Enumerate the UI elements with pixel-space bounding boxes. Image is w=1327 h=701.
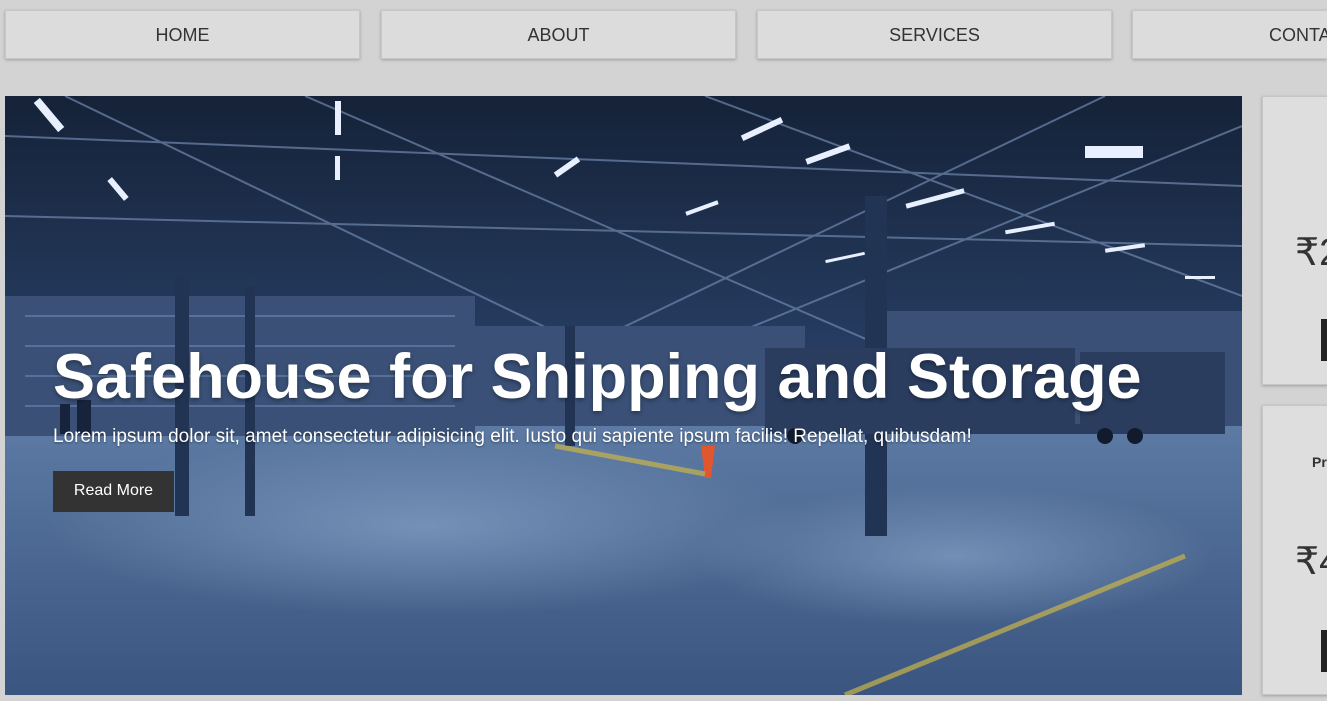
- pricing-card: ₹2: [1262, 96, 1327, 385]
- read-more-button[interactable]: Read More: [53, 471, 174, 512]
- main-navigation: HOME ABOUT SERVICES CONTA: [0, 10, 1327, 62]
- pricing-card: Pr ₹4: [1262, 405, 1327, 695]
- nav-contact-button[interactable]: CONTA: [1132, 10, 1327, 59]
- hero-description: Lorem ipsum dolor sit, amet consectetur …: [53, 426, 972, 447]
- hero-title: Safehouse for Shipping and Storage: [53, 342, 1142, 412]
- card-price: ₹2: [1295, 232, 1327, 274]
- card-subtitle: Pr: [1312, 454, 1327, 470]
- hero-banner: Safehouse for Shipping and Storage Lorem…: [5, 96, 1242, 695]
- nav-about-button[interactable]: ABOUT: [381, 10, 736, 59]
- card-price: ₹4: [1295, 541, 1327, 583]
- card-button[interactable]: [1321, 630, 1327, 672]
- card-button[interactable]: [1321, 319, 1327, 361]
- nav-services-button[interactable]: SERVICES: [757, 10, 1112, 59]
- nav-home-button[interactable]: HOME: [5, 10, 360, 59]
